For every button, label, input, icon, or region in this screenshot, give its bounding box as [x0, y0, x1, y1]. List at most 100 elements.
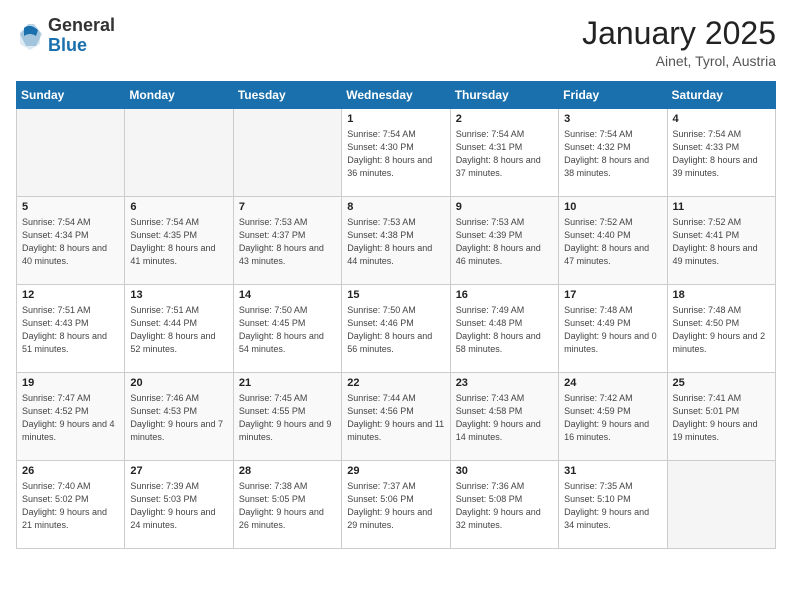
day-info: Sunrise: 7:50 AM Sunset: 4:46 PM Dayligh… — [347, 304, 444, 356]
calendar-cell: 19 Sunrise: 7:47 AM Sunset: 4:52 PM Dayli… — [17, 373, 125, 461]
day-number: 14 — [239, 289, 336, 301]
header-day: Wednesday — [342, 82, 450, 109]
day-number: 15 — [347, 289, 444, 301]
calendar-cell: 26 Sunrise: 7:40 AM Sunset: 5:02 PM Dayli… — [17, 461, 125, 549]
day-info: Sunrise: 7:50 AM Sunset: 4:45 PM Dayligh… — [239, 304, 336, 356]
day-number: 26 — [22, 465, 119, 477]
calendar-cell: 23 Sunrise: 7:43 AM Sunset: 4:58 PM Dayli… — [450, 373, 558, 461]
header-day: Saturday — [667, 82, 775, 109]
calendar-cell: 10Sunrise: 7:52 AM Sunset: 4:40 PM Dayli… — [559, 197, 667, 285]
day-number: 13 — [130, 289, 227, 301]
day-info: Sunrise: 7:53 AM Sunset: 4:38 PM Dayligh… — [347, 216, 444, 268]
calendar-cell: 7 Sunrise: 7:53 AM Sunset: 4:37 PM Daylig… — [233, 197, 341, 285]
day-number: 3 — [564, 113, 661, 125]
day-info: Sunrise: 7:52 AM Sunset: 4:41 PM Dayligh… — [673, 216, 770, 268]
day-number: 4 — [673, 113, 770, 125]
calendar-week: 19 Sunrise: 7:47 AM Sunset: 4:52 PM Dayli… — [17, 373, 776, 461]
calendar-cell: 11 Sunrise: 7:52 AM Sunset: 4:41 PM Dayli… — [667, 197, 775, 285]
calendar-week: 5 Sunrise: 7:54 AM Sunset: 4:34 PM Daylig… — [17, 197, 776, 285]
calendar-cell: 5 Sunrise: 7:54 AM Sunset: 4:34 PM Daylig… — [17, 197, 125, 285]
day-info: Sunrise: 7:51 AM Sunset: 4:44 PM Dayligh… — [130, 304, 227, 356]
day-info: Sunrise: 7:42 AM Sunset: 4:59 PM Dayligh… — [564, 392, 661, 444]
header-day: Friday — [559, 82, 667, 109]
day-info: Sunrise: 7:53 AM Sunset: 4:37 PM Dayligh… — [239, 216, 336, 268]
day-info: Sunrise: 7:49 AM Sunset: 4:48 PM Dayligh… — [456, 304, 553, 356]
calendar-cell — [17, 109, 125, 197]
day-info: Sunrise: 7:43 AM Sunset: 4:58 PM Dayligh… — [456, 392, 553, 444]
calendar-week: 1 Sunrise: 7:54 AM Sunset: 4:30 PM Daylig… — [17, 109, 776, 197]
logo: General Blue — [16, 16, 115, 56]
calendar-table: SundayMondayTuesdayWednesdayThursdayFrid… — [16, 81, 776, 549]
calendar-cell: 28 Sunrise: 7:38 AM Sunset: 5:05 PM Dayli… — [233, 461, 341, 549]
day-number: 28 — [239, 465, 336, 477]
calendar-cell: 1 Sunrise: 7:54 AM Sunset: 4:30 PM Daylig… — [342, 109, 450, 197]
calendar-cell: 6Sunrise: 7:54 AM Sunset: 4:35 PM Daylig… — [125, 197, 233, 285]
calendar-cell: 17 Sunrise: 7:48 AM Sunset: 4:49 PM Dayli… — [559, 285, 667, 373]
day-info: Sunrise: 7:44 AM Sunset: 4:56 PM Dayligh… — [347, 392, 444, 444]
day-number: 30 — [456, 465, 553, 477]
day-number: 23 — [456, 377, 553, 389]
calendar-cell: 9Sunrise: 7:53 AM Sunset: 4:39 PM Daylig… — [450, 197, 558, 285]
page-header: General Blue January 2025 Ainet, Tyrol, … — [16, 16, 776, 69]
day-number: 6 — [130, 201, 227, 213]
calendar-cell: 8 Sunrise: 7:53 AM Sunset: 4:38 PM Daylig… — [342, 197, 450, 285]
day-info: Sunrise: 7:39 AM Sunset: 5:03 PM Dayligh… — [130, 480, 227, 532]
calendar-cell — [667, 461, 775, 549]
day-number: 31 — [564, 465, 661, 477]
calendar-cell: 16 Sunrise: 7:49 AM Sunset: 4:48 PM Dayli… — [450, 285, 558, 373]
day-info: Sunrise: 7:54 AM Sunset: 4:32 PM Dayligh… — [564, 128, 661, 180]
calendar-cell: 3 Sunrise: 7:54 AM Sunset: 4:32 PM Daylig… — [559, 109, 667, 197]
day-info: Sunrise: 7:37 AM Sunset: 5:06 PM Dayligh… — [347, 480, 444, 532]
day-number: 19 — [22, 377, 119, 389]
calendar-cell: 12 Sunrise: 7:51 AM Sunset: 4:43 PM Dayli… — [17, 285, 125, 373]
calendar-cell: 4 Sunrise: 7:54 AM Sunset: 4:33 PM Daylig… — [667, 109, 775, 197]
calendar-cell: 24 Sunrise: 7:42 AM Sunset: 4:59 PM Dayli… — [559, 373, 667, 461]
calendar-cell — [233, 109, 341, 197]
day-info: Sunrise: 7:45 AM Sunset: 4:55 PM Dayligh… — [239, 392, 336, 444]
calendar-cell: 22 Sunrise: 7:44 AM Sunset: 4:56 PM Dayli… — [342, 373, 450, 461]
day-info: Sunrise: 7:54 AM Sunset: 4:34 PM Dayligh… — [22, 216, 119, 268]
calendar-cell: 14 Sunrise: 7:50 AM Sunset: 4:45 PM Dayli… — [233, 285, 341, 373]
day-number: 22 — [347, 377, 444, 389]
calendar-cell: 15 Sunrise: 7:50 AM Sunset: 4:46 PM Dayli… — [342, 285, 450, 373]
title-block: January 2025 Ainet, Tyrol, Austria — [582, 16, 776, 69]
day-number: 16 — [456, 289, 553, 301]
day-number: 11 — [673, 201, 770, 213]
day-info: Sunrise: 7:35 AM Sunset: 5:10 PM Dayligh… — [564, 480, 661, 532]
day-info: Sunrise: 7:54 AM Sunset: 4:31 PM Dayligh… — [456, 128, 553, 180]
calendar-cell: 29 Sunrise: 7:37 AM Sunset: 5:06 PM Dayli… — [342, 461, 450, 549]
calendar-week: 26 Sunrise: 7:40 AM Sunset: 5:02 PM Dayli… — [17, 461, 776, 549]
day-number: 12 — [22, 289, 119, 301]
day-number: 25 — [673, 377, 770, 389]
day-info: Sunrise: 7:54 AM Sunset: 4:30 PM Dayligh… — [347, 128, 444, 180]
day-info: Sunrise: 7:40 AM Sunset: 5:02 PM Dayligh… — [22, 480, 119, 532]
logo-icon — [16, 22, 44, 50]
day-number: 5 — [22, 201, 119, 213]
day-info: Sunrise: 7:36 AM Sunset: 5:08 PM Dayligh… — [456, 480, 553, 532]
day-info: Sunrise: 7:48 AM Sunset: 4:49 PM Dayligh… — [564, 304, 661, 356]
calendar-cell: 20 Sunrise: 7:46 AM Sunset: 4:53 PM Dayli… — [125, 373, 233, 461]
day-info: Sunrise: 7:38 AM Sunset: 5:05 PM Dayligh… — [239, 480, 336, 532]
day-number: 20 — [130, 377, 227, 389]
header-day: Sunday — [17, 82, 125, 109]
day-number: 17 — [564, 289, 661, 301]
day-info: Sunrise: 7:53 AM Sunset: 4:39 PM Dayligh… — [456, 216, 553, 268]
day-info: Sunrise: 7:54 AM Sunset: 4:33 PM Dayligh… — [673, 128, 770, 180]
day-number: 7 — [239, 201, 336, 213]
day-number: 1 — [347, 113, 444, 125]
calendar-cell: 30 Sunrise: 7:36 AM Sunset: 5:08 PM Dayli… — [450, 461, 558, 549]
day-number: 21 — [239, 377, 336, 389]
day-info: Sunrise: 7:46 AM Sunset: 4:53 PM Dayligh… — [130, 392, 227, 444]
day-number: 24 — [564, 377, 661, 389]
day-info: Sunrise: 7:47 AM Sunset: 4:52 PM Dayligh… — [22, 392, 119, 444]
header-day: Thursday — [450, 82, 558, 109]
calendar-cell — [125, 109, 233, 197]
month-title: January 2025 — [582, 16, 776, 51]
day-info: Sunrise: 7:51 AM Sunset: 4:43 PM Dayligh… — [22, 304, 119, 356]
day-number: 29 — [347, 465, 444, 477]
calendar-cell: 25Sunrise: 7:41 AM Sunset: 5:01 PM Dayli… — [667, 373, 775, 461]
day-number: 8 — [347, 201, 444, 213]
day-number: 18 — [673, 289, 770, 301]
calendar-cell: 13 Sunrise: 7:51 AM Sunset: 4:44 PM Dayli… — [125, 285, 233, 373]
location: Ainet, Tyrol, Austria — [582, 53, 776, 69]
